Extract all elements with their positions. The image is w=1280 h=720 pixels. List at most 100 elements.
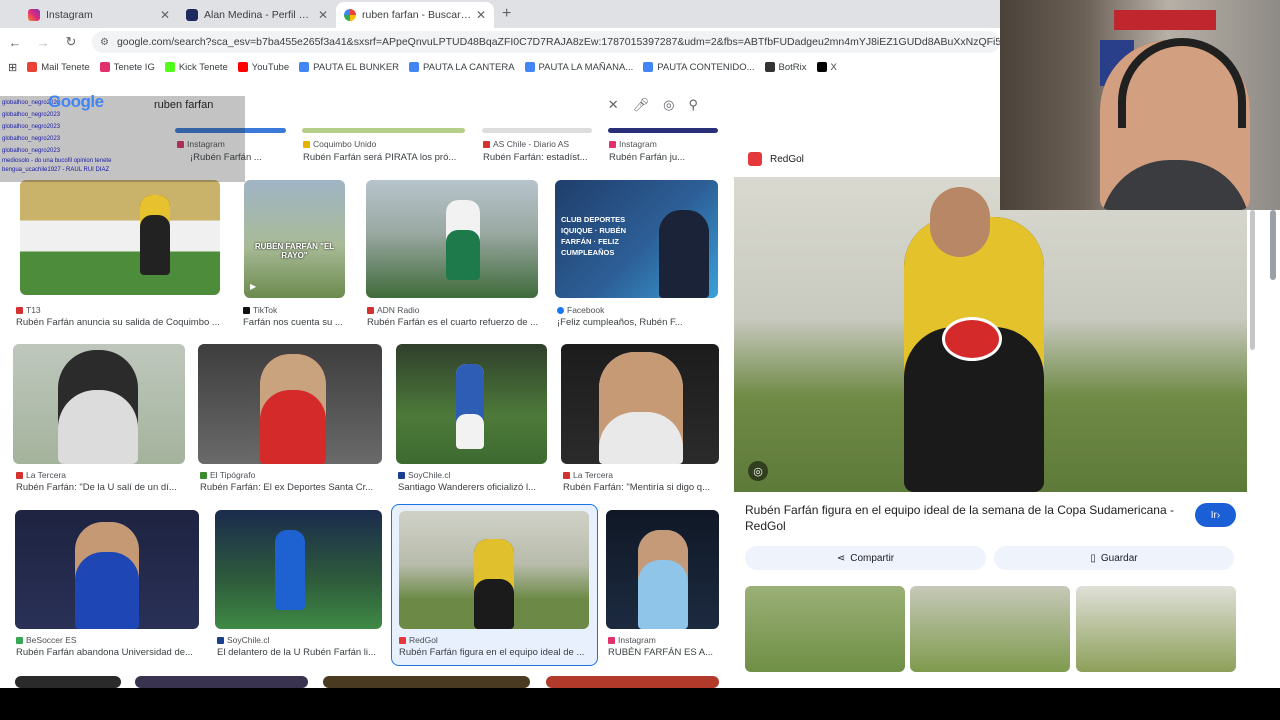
bookmark-item[interactable]: YouTube	[237, 62, 289, 73]
bookmark-item[interactable]: PAUTA CONTENIDO...	[643, 62, 755, 73]
result-caption[interactable]: Santiago Wanderers oficializó l...	[398, 482, 548, 493]
club-badge	[942, 317, 1002, 361]
share-button[interactable]: ⋖ Compartir	[745, 546, 986, 570]
image-result[interactable]	[198, 344, 382, 464]
image-result[interactable]	[546, 676, 719, 688]
overlay-text: RUBÉN FARFÁN "EL RAYO"	[254, 242, 335, 260]
image-result[interactable]	[606, 510, 719, 629]
result-caption[interactable]: Rubén Farfán abandona Universidad de...	[16, 647, 200, 658]
tab-instagram[interactable]: Instagram ✕	[20, 2, 178, 28]
related-image[interactable]	[1076, 586, 1236, 672]
el-tipografo-icon	[200, 471, 207, 479]
related-image[interactable]	[745, 586, 905, 672]
bookmark-item[interactable]: Kick Tenete	[164, 62, 228, 73]
image-result[interactable]	[15, 510, 199, 629]
bookmark-item[interactable]: PAUTA EL BUNKER	[299, 62, 399, 73]
image-result[interactable]	[302, 128, 465, 133]
result-caption[interactable]: Rubén Farfán: estadíst...	[483, 152, 603, 163]
result-caption[interactable]: Rubén Farfán será PIRATA los pró...	[303, 152, 468, 163]
result-caption[interactable]: Rubén Farfán: "De la U salí de un dí...	[16, 482, 186, 493]
clear-icon[interactable]: ✕	[608, 97, 619, 113]
new-tab-icon[interactable]: +	[502, 5, 511, 23]
result-source: T13	[16, 305, 41, 315]
bookmark-item[interactable]: X	[816, 62, 837, 73]
image-result[interactable]	[15, 676, 121, 688]
source-label: Instagram	[619, 139, 657, 149]
result-caption[interactable]: Rubén Farfán: El ex Deportes Santa Cr...	[200, 482, 380, 493]
result-caption[interactable]: Farfán nos cuenta su ...	[243, 317, 348, 328]
visual-search-icon[interactable]: ◎	[748, 461, 768, 481]
docs-icon	[299, 62, 310, 72]
bottom-bar	[0, 688, 1280, 720]
source-label: La Tercera	[26, 470, 67, 480]
back-icon[interactable]: ←	[8, 35, 22, 50]
microphone-icon[interactable]: 🎤︎	[633, 97, 650, 113]
page-scrollbar[interactable]	[1270, 210, 1276, 280]
result-caption[interactable]: RUBÉN FARFÁN ES A...	[608, 647, 720, 658]
player-figure	[456, 364, 484, 449]
google-logo[interactable]: Google	[48, 92, 104, 112]
image-result[interactable]	[482, 128, 592, 133]
result-source: Facebook	[557, 305, 604, 315]
result-caption[interactable]: Rubén Farfán anuncia su salida de Coquim…	[16, 317, 221, 328]
close-tab-icon[interactable]: ✕	[476, 8, 486, 22]
panel-main-image[interactable]: ◎	[734, 177, 1247, 492]
image-result[interactable]	[561, 344, 719, 464]
source-label: BeSoccer ES	[26, 635, 77, 645]
panel-scrollbar[interactable]	[1250, 210, 1255, 350]
bookmark-item[interactable]: PAUTA LA MAÑANA...	[524, 61, 634, 73]
source-label: AS Chile - Diario AS	[493, 139, 570, 149]
site-info-icon[interactable]: ⚙	[100, 37, 109, 48]
instagram-icon	[28, 9, 40, 21]
as-icon	[483, 140, 490, 148]
image-result[interactable]: RUBÉN FARFÁN "EL RAYO" ▶	[244, 180, 345, 298]
search-icon[interactable]: ⚲	[688, 97, 698, 113]
panel-source[interactable]: RedGol	[748, 152, 804, 166]
instagram-icon	[608, 636, 615, 644]
image-result[interactable]	[396, 344, 547, 464]
save-button[interactable]: ▯ Guardar	[994, 546, 1234, 570]
kick-icon	[164, 62, 175, 72]
tab-google-search[interactable]: ruben farfan - Buscar con Google ✕	[336, 2, 494, 28]
image-result[interactable]	[608, 128, 718, 133]
panel-title[interactable]: Rubén Farfán figura en el equipo ideal d…	[745, 502, 1185, 534]
close-tab-icon[interactable]: ✕	[160, 8, 170, 22]
chat-line: bengua_ucachile1927 - RAUL RUI DIAZ	[2, 167, 110, 173]
forward-icon[interactable]: →	[36, 35, 50, 50]
image-result[interactable]	[13, 344, 185, 464]
address-bar[interactable]: ⚙ google.com/search?sca_esv=b7ba455e265f…	[92, 31, 1000, 53]
image-result[interactable]	[215, 510, 382, 629]
visit-button[interactable]: Ir ›	[1195, 503, 1236, 527]
bookmark-item[interactable]: Mail Tenete	[27, 61, 90, 73]
result-source: ADN Radio	[367, 305, 420, 315]
result-caption[interactable]: ¡Feliz cumpleaños, Rubén F...	[557, 317, 717, 328]
bookmark-label: PAUTA LA MAÑANA...	[538, 61, 634, 73]
source-label: T13	[26, 305, 41, 315]
share-label: Compartir	[850, 552, 895, 564]
apps-icon[interactable]: ⊞	[8, 61, 17, 74]
result-caption[interactable]: Rubén Farfán: "Mentiría si digo q...	[563, 482, 718, 493]
image-result[interactable]	[135, 676, 308, 688]
result-caption[interactable]: Rubén Farfán figura en el equipo ideal d…	[399, 647, 591, 658]
close-tab-icon[interactable]: ✕	[318, 8, 328, 22]
result-caption[interactable]: Rubén Farfán ju...	[609, 152, 721, 163]
bookmark-item[interactable]: Tenete IG	[99, 62, 155, 73]
reload-icon[interactable]: ↻	[64, 34, 78, 50]
result-caption[interactable]: Rubén Farfán es el cuarto refuerzo de ..…	[367, 317, 539, 328]
chat-line: globalhoo_negro2023	[2, 124, 61, 130]
tab-alan-medina[interactable]: Alan Medina - Perfil del jugador ✕	[178, 2, 336, 28]
image-result-selected[interactable]	[399, 511, 589, 629]
image-result[interactable]: CLUB DEPORTES IQUIQUE · RUBÉN FARFÁN · F…	[555, 180, 718, 298]
image-result[interactable]	[366, 180, 538, 298]
image-result[interactable]	[20, 180, 220, 295]
bookmark-item[interactable]: BotRix	[764, 62, 807, 73]
related-image[interactable]	[910, 586, 1070, 672]
result-caption[interactable]: El delantero de la U Rubén Farfán li...	[217, 647, 382, 658]
source-label: Facebook	[567, 305, 605, 315]
player-figure	[275, 530, 305, 610]
bookmark-item[interactable]: PAUTA LA CANTERA	[409, 62, 515, 73]
image-result[interactable]	[323, 676, 530, 688]
lens-icon[interactable]: ◎	[663, 97, 674, 113]
bookmark-label: Mail Tenete	[41, 61, 90, 73]
source-label: RedGol	[409, 635, 438, 645]
